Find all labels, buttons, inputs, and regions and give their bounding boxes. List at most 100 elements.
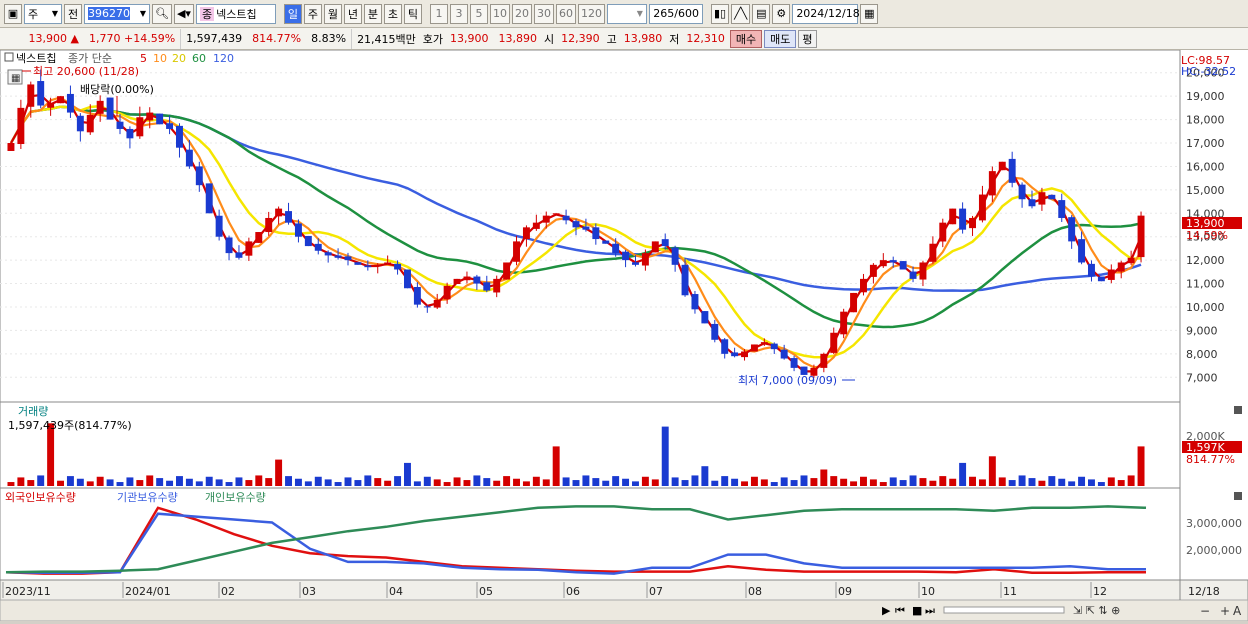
save-icon[interactable]: ▤ bbox=[752, 3, 771, 24]
candle-body bbox=[622, 251, 630, 261]
turnover-rate: 8.83% bbox=[311, 32, 347, 45]
period-tick-button[interactable]: 틱 bbox=[403, 3, 422, 24]
volume-bar bbox=[1088, 479, 1095, 486]
x-tick-label: 02 bbox=[221, 585, 235, 598]
period-second-button[interactable]: 초 bbox=[383, 3, 402, 24]
volume-bar bbox=[473, 475, 481, 486]
volume-value: 1,597,439 bbox=[180, 28, 247, 49]
candle-body bbox=[1058, 200, 1066, 218]
volume-bar bbox=[413, 481, 421, 486]
volume-bar bbox=[205, 476, 213, 486]
candle-count-input[interactable]: 265/600 bbox=[648, 3, 703, 24]
candle-body bbox=[741, 351, 748, 358]
search-icon[interactable]: 🔍︎ bbox=[152, 3, 172, 24]
volume-bar bbox=[522, 481, 530, 486]
candle-body bbox=[384, 262, 392, 264]
volume-bar bbox=[681, 480, 689, 486]
candle-body bbox=[959, 208, 967, 230]
volume-bar bbox=[304, 481, 312, 486]
sell-button[interactable]: 매도 bbox=[764, 29, 797, 48]
zoom-in-icon[interactable]: + bbox=[1220, 604, 1230, 618]
candle-body bbox=[998, 161, 1006, 171]
volume-bar bbox=[919, 478, 927, 486]
interval-3-button[interactable]: 3 bbox=[449, 3, 468, 24]
stock-code-input[interactable]: 396270 ▼ bbox=[84, 3, 150, 24]
volume-bar bbox=[493, 480, 501, 486]
candle-body bbox=[532, 222, 540, 229]
volume-bar bbox=[364, 475, 372, 486]
interval-120-button[interactable]: 120 bbox=[577, 3, 605, 24]
stop-icon[interactable]: ■ bbox=[912, 604, 922, 617]
speaker-icon[interactable]: ◀▾ bbox=[173, 3, 194, 24]
avg-button[interactable]: 평 bbox=[798, 29, 817, 48]
volume-panel-close-icon[interactable] bbox=[1234, 406, 1242, 414]
volume-bar bbox=[66, 476, 74, 486]
zoom-out-icon[interactable]: − bbox=[1200, 604, 1210, 618]
panel-collapse-icon[interactable] bbox=[4, 52, 14, 62]
menu-icon[interactable]: ▣ bbox=[4, 3, 22, 24]
date-input[interactable]: 2024/12/18 bbox=[792, 3, 860, 24]
volume-bar bbox=[47, 423, 55, 486]
volume-bar bbox=[860, 476, 867, 486]
candle-body bbox=[552, 213, 560, 215]
interval-20-button[interactable]: 20 bbox=[511, 3, 532, 24]
buy-button[interactable]: 매수 bbox=[729, 29, 763, 48]
chart-type-icon[interactable]: ▮▯ bbox=[710, 3, 730, 24]
interval-1-button[interactable]: 1 bbox=[429, 3, 448, 24]
drawing-tool-icon[interactable]: ╱╲ bbox=[731, 3, 751, 24]
period-week-button[interactable]: 주 bbox=[303, 3, 322, 24]
chart-area[interactable]: 7,000 8,000 9,000 10,000 11,000 12,000 13,000 1… bbox=[0, 49, 1248, 622]
volume-bar bbox=[582, 475, 590, 486]
interval-30-button[interactable]: 30 bbox=[533, 3, 554, 24]
interval-5-button[interactable]: 5 bbox=[469, 3, 488, 24]
volume-bar bbox=[998, 477, 1006, 486]
scroll-right-icon[interactable]: ▶ bbox=[882, 604, 891, 617]
price-tick-label: 11,000 bbox=[1186, 278, 1225, 291]
scroll-first-icon[interactable]: ⏮ bbox=[895, 604, 905, 617]
interval-custom-select[interactable]: ▼ bbox=[606, 3, 647, 24]
volume-bar bbox=[711, 480, 719, 486]
candle-body bbox=[433, 299, 441, 308]
volume-bar bbox=[552, 446, 560, 486]
ask-label: 호가 bbox=[422, 32, 444, 46]
price-tick-label: 7,000 bbox=[1186, 371, 1218, 384]
font-size-icon[interactable]: A bbox=[1233, 604, 1242, 618]
holdings-panel-close-icon[interactable] bbox=[1234, 492, 1242, 500]
volume-bar bbox=[294, 478, 302, 486]
candle-body bbox=[195, 166, 203, 186]
scroll-last-icon[interactable]: ⏭ bbox=[925, 604, 935, 617]
volume-bar bbox=[225, 482, 233, 486]
zoom-tools-icon[interactable]: ⇲ ⇱ ⇅ ⊕ bbox=[1073, 604, 1120, 617]
foreign-holdings-legend: 외국인보유수량 bbox=[5, 491, 76, 504]
stock-name-field[interactable]: 종 넥스트칩 bbox=[195, 3, 276, 24]
volume-bar bbox=[721, 476, 729, 486]
period-minute-button[interactable]: 분 bbox=[363, 3, 382, 24]
candle-body bbox=[899, 261, 907, 270]
volume-bar bbox=[790, 480, 798, 486]
date-picker-icon[interactable]: ▦ bbox=[860, 3, 879, 24]
price-tick-label: 16,000 bbox=[1186, 160, 1225, 173]
table-icon-glyph: ▦ bbox=[11, 73, 20, 84]
candle-body bbox=[1028, 199, 1036, 207]
price-tick-label: 8,000 bbox=[1186, 348, 1218, 361]
interval-60-button[interactable]: 60 bbox=[555, 3, 576, 24]
volume-bar bbox=[423, 476, 431, 486]
candle-body bbox=[57, 96, 64, 104]
volume-bar bbox=[384, 480, 392, 486]
candle-body bbox=[106, 97, 114, 120]
interval-10-button[interactable]: 10 bbox=[489, 3, 510, 24]
period-year-button[interactable]: 년 bbox=[343, 3, 362, 24]
settings-icon[interactable]: ⚙ bbox=[772, 3, 791, 24]
candle-body bbox=[780, 349, 788, 359]
prev-select[interactable]: 전 bbox=[64, 3, 82, 24]
volume-bar bbox=[463, 480, 471, 486]
volume-bar bbox=[969, 476, 976, 486]
price-tick-label: 18,000 bbox=[1186, 114, 1225, 127]
period-day-button[interactable]: 일 bbox=[283, 3, 302, 24]
ask-value: 13,900 bbox=[450, 32, 489, 45]
period-select[interactable]: 주 ▼ bbox=[24, 3, 62, 24]
volume-bar bbox=[1107, 477, 1115, 486]
period-month-button[interactable]: 월 bbox=[323, 3, 342, 24]
candle-body bbox=[602, 240, 610, 244]
zoom-slider[interactable] bbox=[943, 606, 1065, 614]
